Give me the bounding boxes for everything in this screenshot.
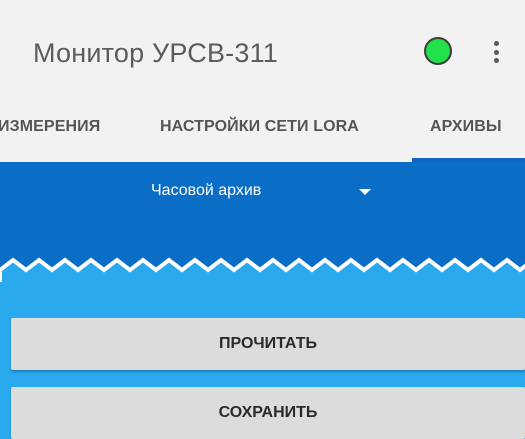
connection-status-indicator[interactable] [424, 37, 452, 65]
tab-measurements[interactable]: ИЗМЕРЕНИЯ [0, 118, 100, 136]
save-button[interactable]: СОХРАНИТЬ [11, 387, 525, 439]
archive-type-value: Часовой архив [151, 182, 262, 199]
menu-dot [493, 41, 499, 46]
app-title: Монитор УРСВ-311 [33, 38, 279, 68]
overflow-menu-icon[interactable] [488, 36, 504, 68]
dropdown-arrow-icon [359, 189, 371, 195]
app-bar: Монитор УРСВ-311 [0, 0, 525, 100]
archive-type-dropdown[interactable]: Часовой архив [151, 180, 381, 210]
wave-divider [0, 257, 525, 282]
menu-dot [493, 58, 499, 63]
tab-archives[interactable]: АРХИВЫ [430, 118, 502, 136]
tab-lora-settings[interactable]: НАСТРОЙКИ СЕТИ LORA [160, 118, 359, 136]
tab-bar: ИЗМЕРЕНИЯ НАСТРОЙКИ СЕТИ LORA АРХИВЫ [0, 100, 525, 162]
menu-dot [493, 49, 499, 55]
read-button[interactable]: ПРОЧИТАТЬ [11, 318, 525, 370]
archive-panel: Часовой архив ПРОЧИТАТЬ СОХРАНИТЬ [0, 162, 525, 439]
